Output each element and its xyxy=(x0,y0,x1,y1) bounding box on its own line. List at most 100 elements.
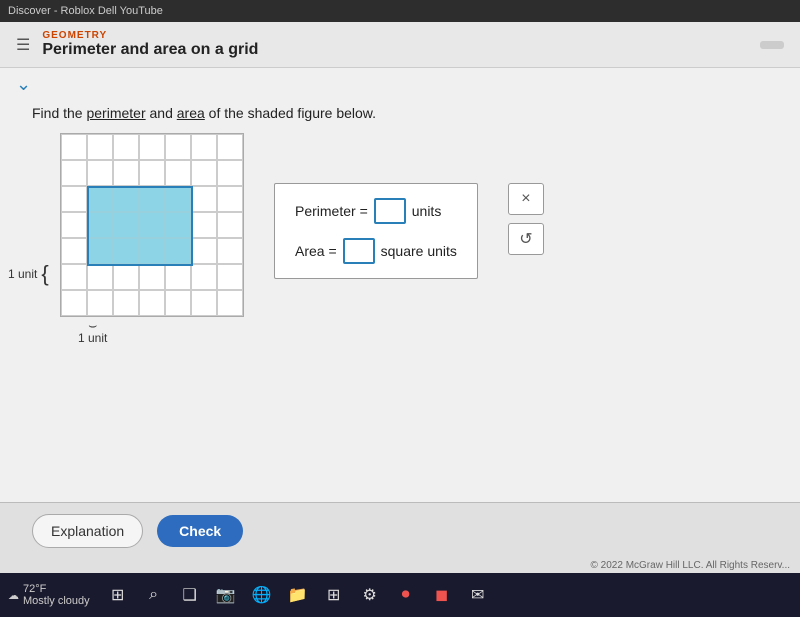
grid-cell-shaded xyxy=(165,212,191,238)
grid-cell xyxy=(217,186,243,212)
grid-cell xyxy=(191,212,217,238)
grid-cell-shaded xyxy=(87,212,113,238)
grid-cell-shaded xyxy=(165,186,191,212)
subject-label: GEOMETRY xyxy=(42,30,258,41)
grid-cell xyxy=(165,134,191,160)
perimeter-input[interactable] xyxy=(374,198,406,224)
close-button[interactable]: × xyxy=(508,183,544,215)
header-right xyxy=(760,41,784,49)
grid-cell xyxy=(87,160,113,186)
grid-cell xyxy=(165,290,191,316)
area-link[interactable]: area xyxy=(177,105,205,121)
area-unit: square units xyxy=(381,243,457,259)
windows-start-icon[interactable]: ⊞ xyxy=(104,581,132,609)
unit-label-bottom: ⌣ 1 unit xyxy=(78,320,107,345)
temperature: 72°F xyxy=(23,583,90,595)
question-text-after: of the shaded figure below. xyxy=(205,105,376,121)
taskview-icon[interactable]: ❑ xyxy=(176,581,204,609)
files-icon[interactable]: 📁 xyxy=(284,581,312,609)
office-icon[interactable]: ◼ xyxy=(428,581,456,609)
area-input[interactable] xyxy=(343,238,375,264)
perimeter-link[interactable]: perimeter xyxy=(86,105,145,121)
question-text-middle: and xyxy=(146,105,177,121)
settings-icon[interactable]: ⚙ xyxy=(356,581,384,609)
unit-label-left: 1 unit { xyxy=(8,263,49,285)
undo-button[interactable]: ↺ xyxy=(508,223,544,255)
chevron-down-icon[interactable]: ⌄ xyxy=(16,74,31,94)
grid-cell-shaded xyxy=(113,212,139,238)
browser-icon[interactable]: 🌐 xyxy=(248,581,276,609)
question-area: Find the perimeter and area of the shade… xyxy=(0,101,800,123)
grid-with-shading xyxy=(60,133,244,317)
unit-label-left-text: 1 unit xyxy=(8,267,37,281)
apps-icon[interactable]: ⊞ xyxy=(320,581,348,609)
grid xyxy=(60,133,244,317)
camera-icon[interactable]: 📷 xyxy=(212,581,240,609)
browser-bar-text: Discover - Roblox Dell YouTube xyxy=(8,5,163,17)
grid-cell xyxy=(217,160,243,186)
hamburger-icon[interactable]: ☰ xyxy=(16,35,30,55)
question-text-before: Find the xyxy=(32,105,86,121)
grid-cell xyxy=(61,264,87,290)
grid-cell xyxy=(217,212,243,238)
grid-cell-shaded xyxy=(113,238,139,264)
grid-cell xyxy=(191,290,217,316)
header: ☰ GEOMETRY Perimeter and area on a grid xyxy=(0,22,800,68)
grid-cell-shaded xyxy=(87,238,113,264)
content-area: 1 unit { xyxy=(0,123,800,317)
grid-cell xyxy=(165,264,191,290)
grid-cell xyxy=(191,134,217,160)
grid-cell xyxy=(61,134,87,160)
grid-cell xyxy=(139,290,165,316)
copyright-text: © 2022 McGraw Hill LLC. All Rights Reser… xyxy=(591,560,790,571)
grid-cell-shaded xyxy=(165,238,191,264)
taskbar-weather: ☁ 72°F Mostly cloudy xyxy=(8,583,90,607)
check-button[interactable]: Check xyxy=(157,515,243,547)
grid-cell xyxy=(113,160,139,186)
mail-icon[interactable]: ✉ xyxy=(464,581,492,609)
browser-bar: Discover - Roblox Dell YouTube xyxy=(0,0,800,22)
grid-cell xyxy=(217,264,243,290)
header-right-btn[interactable] xyxy=(760,41,784,49)
grid-cell-shaded xyxy=(87,186,113,212)
perimeter-unit: units xyxy=(412,203,442,219)
chevron-area[interactable]: ⌄ xyxy=(0,68,800,101)
grid-cell xyxy=(113,134,139,160)
explanation-button[interactable]: Explanation xyxy=(32,514,143,548)
action-buttons: × ↺ xyxy=(508,183,544,255)
grid-cell-shaded xyxy=(139,186,165,212)
perimeter-label: Perimeter = xyxy=(295,203,368,219)
bottom-bar: Explanation Check xyxy=(0,502,800,558)
area-label: Area = xyxy=(295,243,337,259)
question-text: Find the perimeter and area of the shade… xyxy=(32,105,376,121)
grid-cell xyxy=(191,160,217,186)
area-row: Area = square units xyxy=(295,238,457,264)
grid-cell xyxy=(139,264,165,290)
grid-container: 1 unit { xyxy=(60,133,244,317)
unit-label-bottom-text: 1 unit xyxy=(78,331,107,345)
taskbar: ☁ 72°F Mostly cloudy ⊞ ⌕ ❑ 📷 🌐 📁 ⊞ ⚙ ⏺ ◼… xyxy=(0,573,800,617)
grid-cell-shaded xyxy=(139,238,165,264)
grid-cell xyxy=(139,134,165,160)
weather-description: Mostly cloudy xyxy=(23,595,90,607)
perimeter-row: Perimeter = units xyxy=(295,198,457,224)
grid-cell xyxy=(217,290,243,316)
brace-bottom-icon: ⌣ xyxy=(88,320,97,331)
record-icon[interactable]: ⏺ xyxy=(392,581,420,609)
grid-cell xyxy=(87,264,113,290)
grid-cell xyxy=(61,160,87,186)
grid-cell xyxy=(191,238,217,264)
main-content: ☰ GEOMETRY Perimeter and area on a grid … xyxy=(0,22,800,502)
brace-left-icon: { xyxy=(41,263,48,285)
taskbar-icons: ⊞ ⌕ ❑ 📷 🌐 📁 ⊞ ⚙ ⏺ ◼ ✉ xyxy=(104,581,492,609)
grid-cell xyxy=(87,134,113,160)
grid-cell xyxy=(217,134,243,160)
search-taskbar-icon[interactable]: ⌕ xyxy=(140,581,168,609)
grid-cell xyxy=(191,186,217,212)
input-panel: Perimeter = units Area = square units xyxy=(274,183,478,279)
grid-cell xyxy=(165,160,191,186)
grid-cell xyxy=(61,290,87,316)
grid-cell xyxy=(113,264,139,290)
grid-cell xyxy=(191,264,217,290)
grid-cell xyxy=(139,160,165,186)
